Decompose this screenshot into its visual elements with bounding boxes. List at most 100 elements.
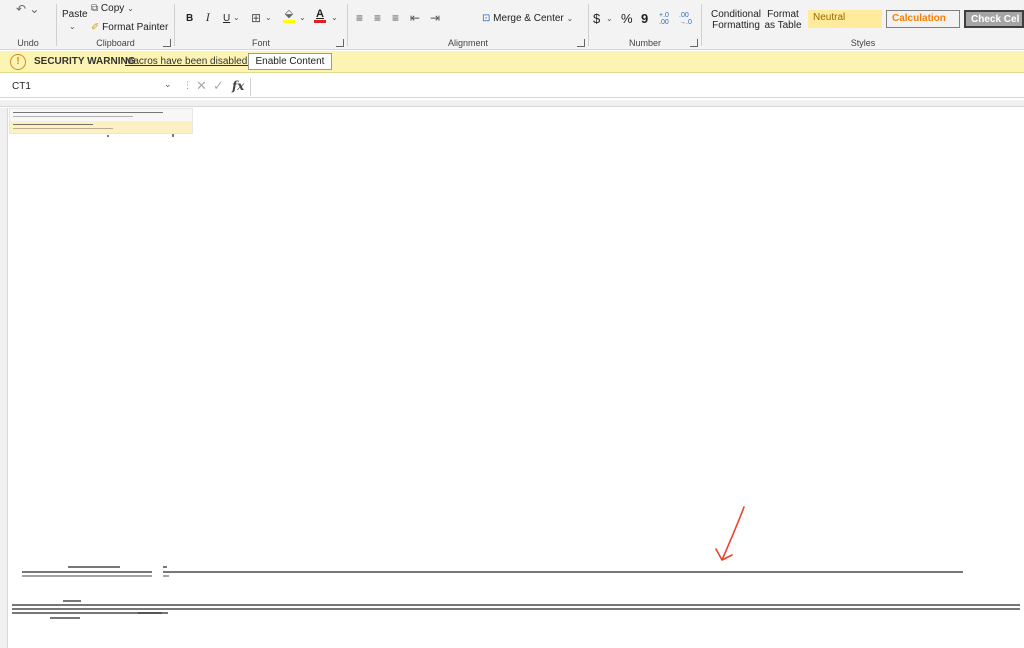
embedded-document-image[interactable] <box>9 108 193 134</box>
undo-group-label: Undo <box>17 38 39 48</box>
text-line <box>13 112 163 113</box>
bold-button[interactable]: B <box>186 13 193 24</box>
conditional-formatting-label: Conditional Formatting <box>710 9 762 31</box>
security-warning-bar: ! SECURITY WARNING Macros have been disa… <box>0 51 1024 73</box>
ribbon: ↶ ⌄ Undo Paste ⌄ ⧉ Copy ⌄ ✐ Format Paint… <box>0 0 1024 50</box>
illegible-text-line <box>12 604 1020 606</box>
dialog-launcher-icon[interactable] <box>690 39 698 47</box>
dialog-launcher-icon[interactable] <box>336 39 344 47</box>
decrease-indent-icon[interactable]: ⇤ <box>410 11 420 25</box>
warning-shield-icon: ! <box>10 54 26 70</box>
format-painter-label: Format Painter <box>102 22 169 33</box>
merge-center-label: Merge & Center <box>493 13 564 24</box>
underline-button[interactable]: U <box>223 13 230 24</box>
increase-decimal-button[interactable]: +.0 .00 <box>659 12 675 26</box>
paste-button[interactable]: Paste <box>62 9 88 20</box>
format-painter-button[interactable]: ✐ Format Painter <box>91 22 168 33</box>
text-speck <box>107 135 109 137</box>
text-line <box>13 116 133 117</box>
percent-button[interactable]: % <box>621 11 633 26</box>
fill-dropdown-icon[interactable]: ⌄ <box>299 13 306 22</box>
undo-group: ↶ ⌄ Undo <box>0 0 56 50</box>
paste-dropdown-icon[interactable]: ⌄ <box>69 22 76 31</box>
styles-group-label: Styles <box>850 38 876 48</box>
text-line <box>13 124 93 125</box>
illegible-text-line <box>163 566 167 568</box>
currency-button[interactable]: $ <box>593 11 600 26</box>
conditional-formatting-button[interactable]: Conditional Formatting <box>708 9 764 31</box>
fill-color-button[interactable]: ⬙ <box>283 9 295 23</box>
clipboard-group-label: Clipboard <box>96 38 135 48</box>
enter-icon[interactable]: ✓ <box>213 78 224 94</box>
align-center-icon[interactable]: ≡ <box>374 11 381 25</box>
annotation-arrow-icon <box>715 506 745 561</box>
fill-color-swatch <box>283 20 295 23</box>
text-line <box>13 128 113 129</box>
illegible-text-line <box>63 600 81 602</box>
font-group: B I U ⌄ ⊞ ⌄ ⬙ ⌄ A ⌄ Font <box>175 0 347 50</box>
illegible-text-line <box>50 617 80 619</box>
styles-group: Conditional Formatting Format as Table N… <box>702 0 1024 50</box>
security-warning-title: SECURITY WARNING <box>34 56 136 67</box>
undo-icon[interactable]: ↶ ⌄ <box>16 2 39 16</box>
formula-bar-grip-icon[interactable]: ⋮ <box>183 80 192 91</box>
format-as-table-button[interactable]: Format as Table <box>762 9 804 31</box>
paintbrush-icon: ✐ <box>91 22 100 33</box>
formula-input[interactable] <box>250 78 1020 96</box>
font-color-dropdown-icon[interactable]: ⌄ <box>331 13 338 22</box>
illegible-text-line <box>22 575 152 577</box>
insert-function-icon[interactable]: fx <box>232 79 244 93</box>
format-as-table-label: Format as Table <box>764 9 802 31</box>
copy-icon: ⧉ <box>91 3 99 14</box>
formula-bar: CT1 ⌄ ⋮ ✕ ✓ fx <box>0 76 1024 98</box>
style-calculation[interactable]: Calculation <box>886 10 960 28</box>
merge-dropdown-icon: ⌄ <box>566 14 574 23</box>
italic-button[interactable]: I <box>206 13 210 24</box>
name-box[interactable]: CT1 <box>8 79 176 95</box>
style-neutral-label: Neutral <box>813 12 846 23</box>
illegible-text-line <box>163 575 169 577</box>
font-color-icon: A <box>316 8 324 20</box>
style-neutral[interactable]: Neutral <box>808 10 882 28</box>
dialog-launcher-icon[interactable] <box>577 39 585 47</box>
alignment-group-label: Alignment <box>447 38 489 48</box>
number-group-label: Number <box>628 38 661 48</box>
copy-button[interactable]: ⧉ Copy ⌄ <box>91 3 134 14</box>
style-check-cell[interactable]: Check Cel <box>964 10 1024 28</box>
style-calculation-label: Calculation <box>892 13 946 24</box>
comma-style-button[interactable]: 9 <box>641 11 648 26</box>
column-headers[interactable] <box>0 100 1024 107</box>
copy-dropdown-icon: ⌄ <box>127 4 134 13</box>
number-group: $ ⌄ % 9 +.0 .00 .00 →.0 Number <box>589 0 701 50</box>
style-check-cell-label: Check Cel <box>971 14 1020 25</box>
cancel-icon[interactable]: ✕ <box>196 78 207 94</box>
merge-icon: ⊡ <box>482 13 491 24</box>
decrease-decimal-button[interactable]: .00 →.0 <box>679 12 695 26</box>
underline-dropdown-icon[interactable]: ⌄ <box>233 13 240 22</box>
merge-center-button[interactable]: ⊡ Merge & Center ⌄ <box>482 13 573 24</box>
enable-content-button[interactable]: Enable Content <box>248 53 332 70</box>
worksheet-grid[interactable] <box>0 108 1024 648</box>
illegible-text-line <box>12 608 1020 610</box>
highlight-block <box>10 121 192 133</box>
macros-disabled-link[interactable]: Macros have been disabled. <box>125 56 250 67</box>
currency-dropdown-icon[interactable]: ⌄ <box>606 14 613 23</box>
text-speck <box>172 134 174 137</box>
align-left-icon[interactable]: ≡ <box>356 11 363 25</box>
font-group-label: Font <box>251 38 270 48</box>
row-headers[interactable] <box>0 108 8 648</box>
illegible-text-line <box>163 571 963 573</box>
illegible-text-line <box>138 612 168 614</box>
fill-bucket-icon: ⬙ <box>284 8 294 20</box>
align-right-icon[interactable]: ≡ <box>392 11 399 25</box>
illegible-text-line <box>68 566 120 568</box>
font-color-button[interactable]: A <box>314 9 326 23</box>
dialog-launcher-icon[interactable] <box>163 39 171 47</box>
clipboard-group: Paste ⌄ ⧉ Copy ⌄ ✐ Format Painter Clipbo… <box>57 0 174 50</box>
increase-indent-icon[interactable]: ⇥ <box>430 11 440 25</box>
alignment-group: ≡ ≡ ≡ ⇤ ⇥ ⊡ Merge & Center ⌄ Alignment <box>348 0 588 50</box>
font-color-swatch <box>314 20 326 23</box>
borders-dropdown-icon[interactable]: ⌄ <box>265 13 272 22</box>
name-box-dropdown-icon[interactable]: ⌄ <box>164 79 172 90</box>
borders-icon[interactable]: ⊞ <box>251 11 261 25</box>
